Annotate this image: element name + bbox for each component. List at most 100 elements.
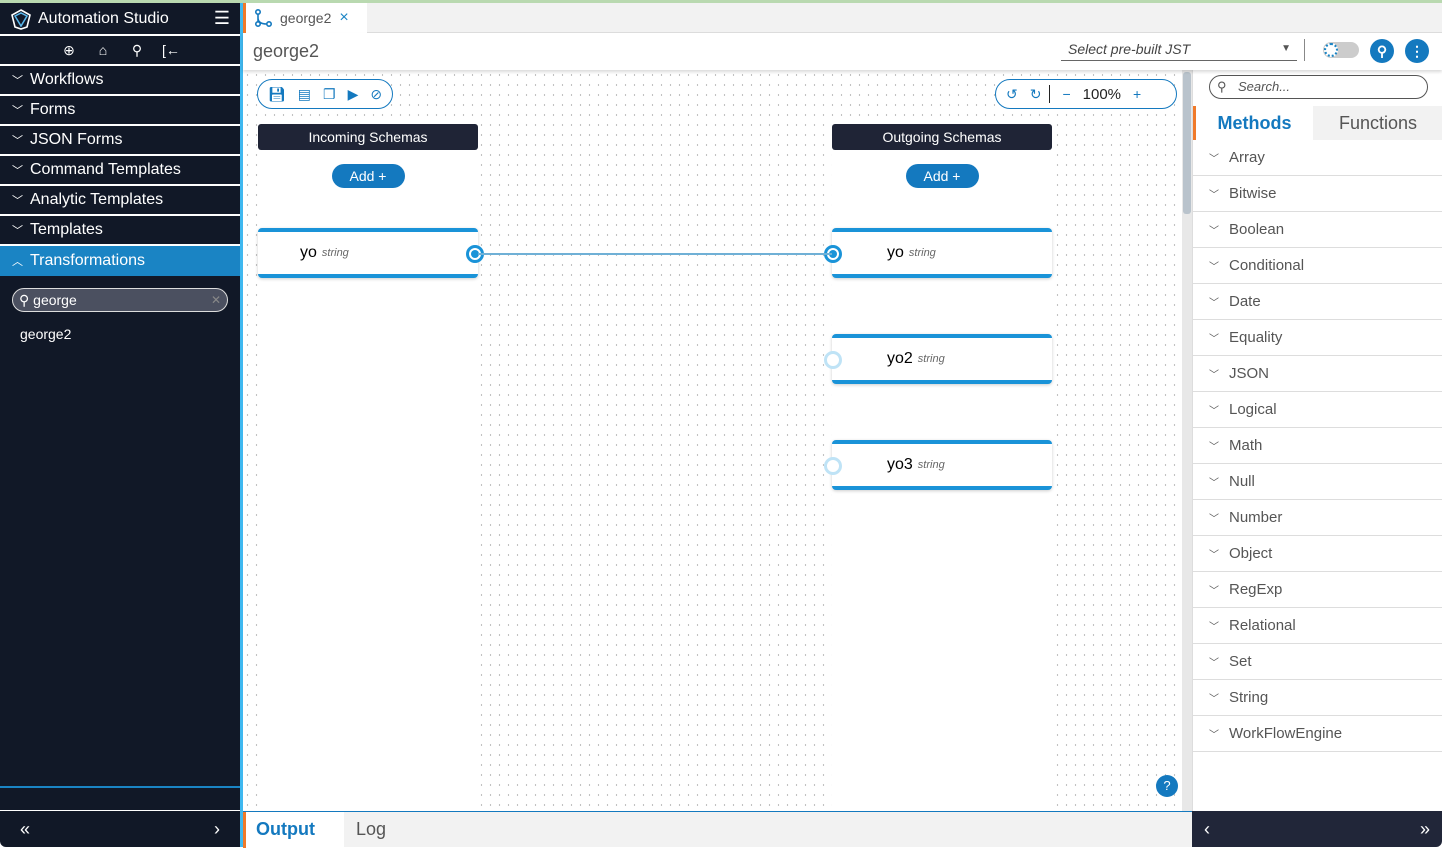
chevron-down-icon: ﹀ bbox=[12, 195, 23, 207]
theme-toggle[interactable] bbox=[1323, 42, 1359, 58]
chevron-down-icon: ﹀ bbox=[1209, 298, 1219, 309]
method-category-math[interactable]: ﹀ Math bbox=[1193, 428, 1442, 464]
method-label: RegExp bbox=[1229, 581, 1283, 598]
copy-icon[interactable]: ❐ bbox=[323, 86, 336, 103]
expand-panel-button[interactable]: » bbox=[1420, 819, 1430, 840]
more-options-button[interactable]: ⋮ bbox=[1405, 39, 1429, 63]
search-icon: ⚲ bbox=[1217, 79, 1227, 94]
method-category-conditional[interactable]: ﹀ Conditional bbox=[1193, 248, 1442, 284]
chevron-down-icon: ﹀ bbox=[12, 105, 23, 117]
method-label: Math bbox=[1229, 437, 1263, 454]
comment-icon[interactable]: ▤ bbox=[298, 86, 311, 103]
tab-george2[interactable]: george2 × bbox=[243, 3, 367, 33]
method-category-number[interactable]: ﹀ Number bbox=[1193, 500, 1442, 536]
sidebar-item-json-forms[interactable]: ﹀ JSON Forms bbox=[0, 126, 240, 156]
method-category-bitwise[interactable]: ﹀ Bitwise bbox=[1193, 176, 1442, 212]
method-label: Number bbox=[1229, 509, 1283, 526]
collapse-button[interactable]: ‹ bbox=[1204, 819, 1210, 840]
sidebar-item-command-templates[interactable]: ﹀ Command Templates bbox=[0, 156, 240, 186]
method-category-string[interactable]: ﹀ String bbox=[1193, 680, 1442, 716]
undo-icon[interactable]: ↺ bbox=[1006, 86, 1018, 103]
method-category-object[interactable]: ﹀ Object bbox=[1193, 536, 1442, 572]
nav-label: Transformations bbox=[30, 252, 145, 269]
methods-tabs: Methods Functions bbox=[1193, 106, 1442, 140]
add-circle-icon[interactable]: ⊕ bbox=[60, 42, 78, 59]
right-panel-footer: ‹» bbox=[1192, 811, 1442, 847]
method-label: Bitwise bbox=[1229, 185, 1277, 202]
method-category-regexp[interactable]: ﹀ RegExp bbox=[1193, 572, 1442, 608]
method-category-null[interactable]: ﹀ Null bbox=[1193, 464, 1442, 500]
search-icon[interactable]: ⚲ bbox=[128, 42, 146, 59]
method-category-date[interactable]: ﹀ Date bbox=[1193, 284, 1442, 320]
method-category-boolean[interactable]: ﹀ Boolean bbox=[1193, 212, 1442, 248]
method-label: Array bbox=[1229, 149, 1265, 166]
app-title: Automation Studio bbox=[38, 9, 169, 27]
bottom-panel-tabs: Output Log bbox=[243, 811, 1192, 848]
canvas[interactable]: Incoming Schemas Add + yo string Outgoing… bbox=[243, 70, 1182, 811]
home-icon[interactable]: ⌂ bbox=[94, 42, 112, 58]
logout-icon[interactable]: [← bbox=[162, 42, 180, 58]
chevron-down-icon: ﹀ bbox=[12, 75, 23, 87]
close-tab-icon[interactable]: × bbox=[339, 9, 348, 27]
location-pin-button[interactable]: ⚲ bbox=[1370, 39, 1394, 63]
save-icon[interactable]: 💾︎ bbox=[268, 86, 286, 103]
method-label: Date bbox=[1229, 293, 1261, 310]
chevron-down-icon: ﹀ bbox=[1209, 730, 1219, 741]
redo-icon[interactable]: ↻ bbox=[1030, 86, 1042, 103]
divider bbox=[0, 786, 240, 788]
method-category-json[interactable]: ﹀ JSON bbox=[1193, 356, 1442, 392]
zoom-out-icon[interactable]: − bbox=[1062, 86, 1070, 102]
method-category-array[interactable]: ﹀ Array bbox=[1193, 140, 1442, 176]
chevron-down-icon: ﹀ bbox=[12, 165, 23, 177]
chevron-down-icon: ﹀ bbox=[1209, 334, 1219, 345]
collapse-sidebar-button[interactable]: « bbox=[20, 819, 30, 840]
chevron-down-icon: ﹀ bbox=[1209, 190, 1219, 201]
chevron-down-icon: ﹀ bbox=[1209, 478, 1219, 489]
tab-functions[interactable]: Functions bbox=[1313, 106, 1442, 140]
method-category-logical[interactable]: ﹀ Logical bbox=[1193, 392, 1442, 428]
expand-button[interactable]: › bbox=[214, 819, 220, 840]
play-icon[interactable]: ▶ bbox=[348, 86, 359, 103]
hamburger-menu-icon[interactable]: ☰ bbox=[214, 8, 230, 29]
method-category-relational[interactable]: ﹀ Relational bbox=[1193, 608, 1442, 644]
method-label: Conditional bbox=[1229, 257, 1305, 274]
filter-value: george bbox=[33, 292, 77, 308]
clear-icon[interactable]: ✕ bbox=[211, 293, 221, 307]
zoom-in-icon[interactable]: + bbox=[1133, 86, 1141, 102]
methods-search-input[interactable]: ⚲ Search... bbox=[1209, 75, 1428, 99]
sidebar-item-transformations[interactable]: ︿ Transformations bbox=[0, 246, 240, 276]
method-category-workflowengine[interactable]: ﹀ WorkFlowEngine bbox=[1193, 716, 1442, 752]
transformation-icon bbox=[255, 9, 272, 27]
canvas-toolbar: 💾︎ ▤ ❐ ▶ ⊘ bbox=[257, 79, 394, 109]
brand: Automation Studio ☰ bbox=[0, 3, 240, 36]
chevron-down-icon: ﹀ bbox=[1209, 442, 1219, 453]
nav-label: Workflows bbox=[30, 71, 104, 88]
nav-label: Forms bbox=[30, 101, 76, 118]
nav-label: JSON Forms bbox=[30, 131, 123, 148]
method-label: Boolean bbox=[1229, 221, 1285, 238]
hide-icon[interactable]: ⊘ bbox=[370, 86, 382, 103]
page-title: george2 bbox=[253, 41, 320, 61]
chevron-down-icon: ﹀ bbox=[1209, 154, 1219, 165]
zoom-toolbar: ↺ ↻ − 100% + bbox=[995, 79, 1177, 109]
chevron-down-icon: ﹀ bbox=[1209, 406, 1219, 417]
tab-log[interactable]: Log bbox=[346, 812, 386, 848]
tab-output[interactable]: Output bbox=[243, 812, 344, 848]
sidebar-item-workflows[interactable]: ﹀ Workflows bbox=[0, 66, 240, 96]
chevron-down-icon: ﹀ bbox=[12, 135, 23, 147]
sidebar-item-templates[interactable]: ﹀ Templates bbox=[0, 216, 240, 246]
method-label: Equality bbox=[1229, 329, 1283, 346]
nav-label: Analytic Templates bbox=[30, 191, 164, 208]
jst-select[interactable]: Select pre-built JST ▼ bbox=[1061, 39, 1297, 61]
tab-methods[interactable]: Methods bbox=[1193, 106, 1313, 140]
method-category-set[interactable]: ﹀ Set bbox=[1193, 644, 1442, 680]
help-button[interactable]: ? bbox=[1156, 775, 1178, 797]
sidebar-item-analytic-templates[interactable]: ﹀ Analytic Templates bbox=[0, 186, 240, 216]
list-item[interactable]: george2 bbox=[0, 312, 240, 356]
canvas-scrollbar[interactable] bbox=[1182, 70, 1192, 811]
logo-icon bbox=[11, 8, 31, 30]
header: george2 Select pre-built JST ▼ ⚲ ⋮ bbox=[243, 33, 1442, 70]
method-category-equality[interactable]: ﹀ Equality bbox=[1193, 320, 1442, 356]
transformations-filter-input[interactable]: ⚲ george ✕ bbox=[12, 288, 228, 312]
sidebar-item-forms[interactable]: ﹀ Forms bbox=[0, 96, 240, 126]
